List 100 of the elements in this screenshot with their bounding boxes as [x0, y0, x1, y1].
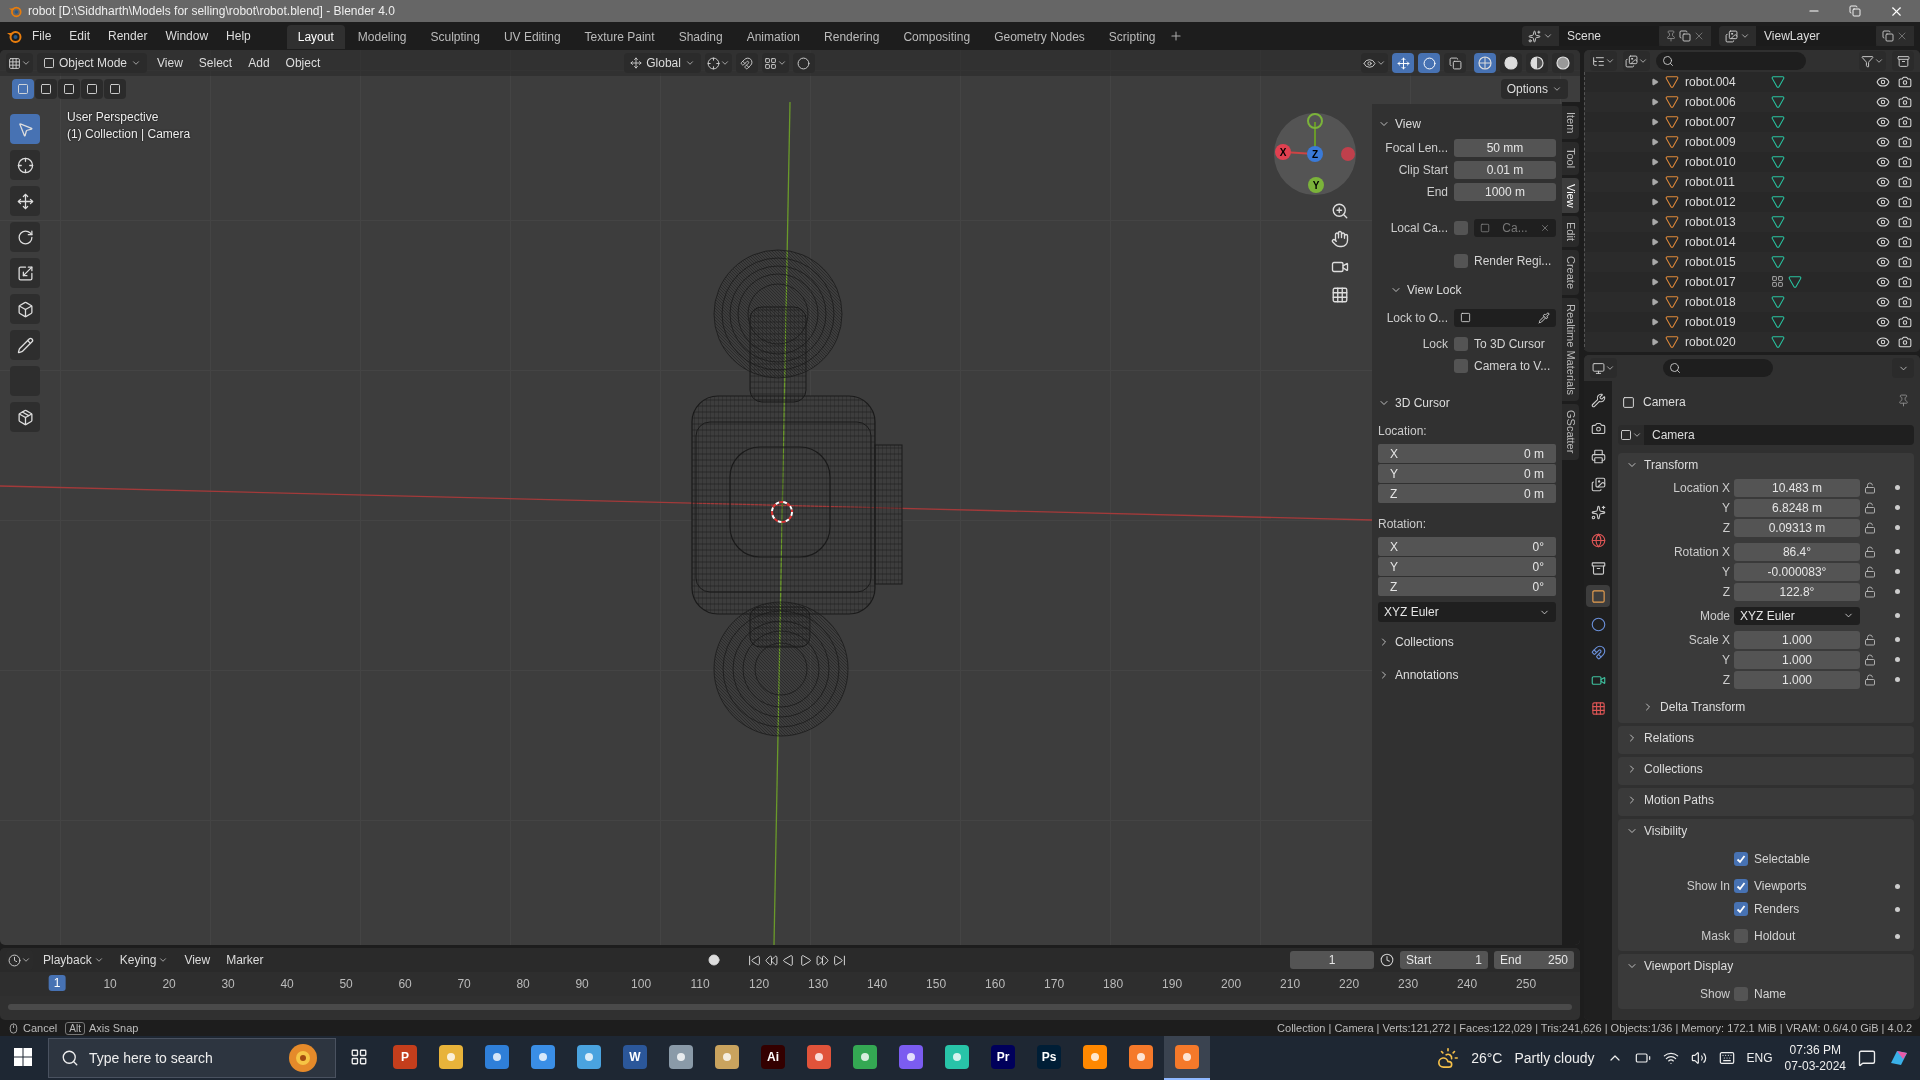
panel-title[interactable]: Delta Transform: [1660, 700, 1746, 714]
header-menu[interactable]: Object: [279, 54, 327, 72]
number-field[interactable]: 50 mm: [1454, 138, 1556, 157]
sidebar-tab[interactable]: Realtime Materials: [1562, 298, 1579, 402]
weather-condition: Partly cloudy: [1514, 1050, 1595, 1066]
workspace-tab[interactable]: Scripting: [1097, 25, 1167, 49]
panel-title: 3D Cursor: [1395, 395, 1450, 410]
vector-field[interactable]: Y 0°: [1378, 557, 1556, 576]
panel-title: View Lock: [1407, 282, 1462, 297]
end-frame-field[interactable]: End 250: [1494, 951, 1574, 969]
workspace-tab[interactable]: Sculpting: [419, 25, 491, 49]
menu-item[interactable]: Edit: [61, 26, 99, 46]
start-frame-field[interactable]: Start 1: [1400, 951, 1488, 969]
local-camera-field[interactable]: Ca...: [1474, 218, 1556, 237]
menu-item[interactable]: File: [24, 26, 60, 46]
header-menu[interactable]: Add: [242, 54, 276, 72]
sidebar-tab[interactable]: GScatter: [1562, 404, 1579, 460]
frame-number: 40: [280, 977, 294, 991]
menu-item[interactable]: Render: [100, 26, 156, 46]
field-label: Rotation X: [1672, 544, 1730, 559]
section-label: Location:: [1378, 424, 1428, 438]
header-menu[interactable]: Select: [192, 54, 239, 72]
header-menu[interactable]: Playback: [37, 951, 110, 969]
mode-dropdown[interactable]: Object Mode: [37, 53, 148, 73]
vector-field[interactable]: X 0°: [1378, 537, 1556, 556]
number-field[interactable]: 0.09313 m: [1734, 518, 1860, 537]
status-hint: Axis Snap: [88, 1022, 139, 1034]
panel-title[interactable]: Relations: [1644, 731, 1695, 745]
header-menu[interactable]: Keying: [113, 951, 175, 969]
field-label: Mode: [1698, 608, 1730, 623]
workspace-tab[interactable]: Rendering: [813, 25, 891, 49]
x-axis-handle[interactable]: X: [1275, 144, 1291, 160]
view-layer-selector[interactable]: ViewLayer: [1719, 26, 1914, 46]
frame-number: 220: [1339, 977, 1360, 991]
sidebar-tab[interactable]: Edit: [1562, 216, 1579, 248]
panel-title[interactable]: Motion Paths: [1644, 793, 1715, 807]
number-field[interactable]: -0.000083°: [1734, 562, 1860, 581]
workspace-tab[interactable]: Geometry Nodes: [983, 25, 1096, 49]
frame-number: 150: [926, 977, 947, 991]
workspace-tab[interactable]: UV Editing: [492, 25, 572, 49]
rotation-mode-dropdown[interactable]: XYZ Euler: [1378, 602, 1556, 622]
object-name: robot.018: [1685, 295, 1737, 309]
taskbar-search-field[interactable]: Type here to search: [48, 1038, 336, 1078]
number-field[interactable]: 1000 m: [1454, 182, 1556, 201]
panel-title[interactable]: Annotations: [1395, 667, 1459, 682]
field-label: End: [1425, 184, 1448, 199]
menu-item[interactable]: Window: [157, 26, 217, 46]
vector-field[interactable]: Y 0 m: [1378, 464, 1556, 483]
current-frame-field[interactable]: 1: [1290, 951, 1374, 969]
taskbar-app[interactable]: P: [382, 1036, 428, 1080]
taskbar-app[interactable]: Pr: [980, 1036, 1026, 1080]
number-field[interactable]: 86.4°: [1734, 542, 1860, 561]
scene-selector[interactable]: Scene: [1522, 26, 1711, 46]
taskbar-app[interactable]: Ai: [750, 1036, 796, 1080]
workspace-tab[interactable]: Layout: [286, 25, 345, 49]
y-axis-handle[interactable]: Y: [1308, 177, 1324, 193]
sidebar-tab[interactable]: Create: [1562, 250, 1579, 296]
number-field[interactable]: 1.000: [1734, 630, 1860, 649]
frame-number: 80: [516, 977, 530, 991]
number-field[interactable]: 6.8248 m: [1734, 498, 1860, 517]
header-menu[interactable]: View: [151, 54, 189, 72]
playhead[interactable]: 1: [48, 975, 66, 991]
menu-item[interactable]: Help: [218, 26, 259, 46]
workspace-tab[interactable]: Modeling: [346, 25, 418, 49]
workspace-tab[interactable]: Animation: [735, 25, 812, 49]
vector-field[interactable]: Z 0 m: [1378, 484, 1556, 503]
vector-field[interactable]: Z 0°: [1378, 577, 1556, 596]
rotation-mode-dropdown[interactable]: XYZ Euler: [1734, 606, 1860, 625]
header-menu[interactable]: Marker: [220, 951, 270, 969]
panel-title[interactable]: Visibility: [1644, 824, 1688, 838]
frame-number: 240: [1457, 977, 1478, 991]
field-label: Focal Len...: [1384, 140, 1448, 155]
number-field[interactable]: 1.000: [1734, 670, 1860, 689]
field-label: Z: [1721, 672, 1730, 687]
sidebar-tab[interactable]: View: [1562, 177, 1579, 214]
navigation-gizmo[interactable]: X Z Y: [1273, 112, 1357, 196]
object-name: robot.015: [1685, 255, 1737, 269]
workspace-tab[interactable]: Texture Paint: [573, 25, 666, 49]
workspace-tab[interactable]: Shading: [667, 25, 734, 49]
clock-date[interactable]: 07-03-2024: [1784, 1058, 1846, 1074]
workspace-tab[interactable]: Compositing: [892, 25, 982, 49]
taskbar-app[interactable]: W: [612, 1036, 658, 1080]
number-field[interactable]: 10.483 m: [1734, 478, 1860, 497]
z-axis-handle[interactable]: Z: [1307, 146, 1323, 162]
vector-field[interactable]: X 0 m: [1378, 444, 1556, 463]
number-field[interactable]: 122.8°: [1734, 582, 1860, 601]
clock-time[interactable]: 07:36 PM: [1789, 1042, 1841, 1058]
sidebar-tab[interactable]: Item: [1562, 106, 1579, 140]
header-menu[interactable]: View: [178, 951, 217, 969]
sidebar-tab[interactable]: Tool: [1562, 142, 1579, 175]
number-field[interactable]: 0.01 m: [1454, 160, 1556, 179]
language-indicator[interactable]: ENG: [1746, 1051, 1773, 1065]
taskbar-app[interactable]: Ps: [1026, 1036, 1072, 1080]
panel-title[interactable]: Viewport Display: [1644, 959, 1734, 973]
panel-title[interactable]: Collections: [1395, 634, 1454, 649]
panel-title[interactable]: Collections: [1644, 762, 1703, 776]
name-field[interactable]: Camera: [1644, 425, 1914, 445]
options-dropdown[interactable]: Options: [1500, 79, 1568, 99]
number-field[interactable]: 1.000: [1734, 650, 1860, 669]
orientation-dropdown[interactable]: Global: [624, 53, 701, 73]
